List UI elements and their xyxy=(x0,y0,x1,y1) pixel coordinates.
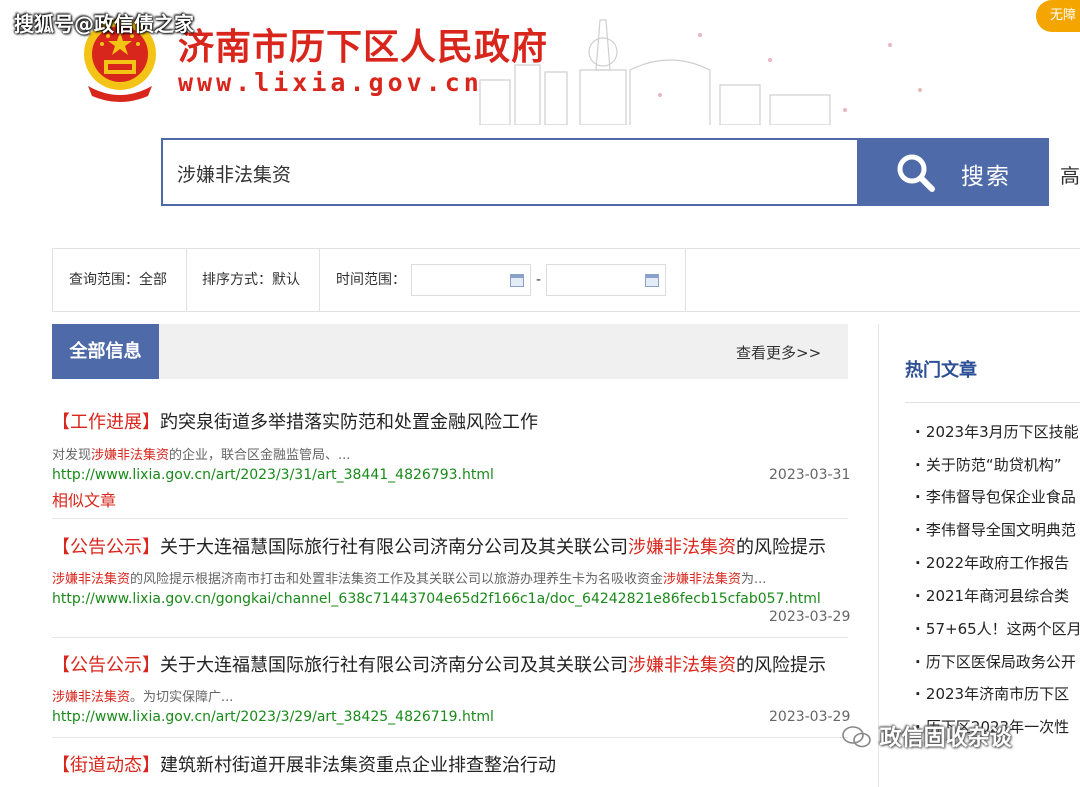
result-title-text[interactable]: 的风险提示 xyxy=(736,537,826,558)
result-summary: 涉嫌非法集资。为切实保障广... xyxy=(52,686,233,705)
summary-text: 的企业，联合区金融监管局、... xyxy=(169,448,351,463)
result-summary: 对发现涉嫌非法集资的企业，联合区金融监管局、... xyxy=(52,444,350,463)
tab-all-info[interactable]: 全部信息 xyxy=(52,324,159,379)
result-title-text[interactable]: 趵突泉街道多举措落实防范和处置金融风险工作 xyxy=(160,412,538,433)
result-category-tag[interactable]: 【工作进展】 xyxy=(52,412,160,433)
result-title[interactable]: 【公告公示】关于大连福慧国际旅行社有限公司济南分公司及其关联公司涉嫌非法集资的风… xyxy=(52,533,826,559)
search-icon xyxy=(897,154,935,192)
divider xyxy=(52,637,848,638)
divider xyxy=(319,249,320,311)
hot-article-item[interactable]: 李伟督导包保企业食品 xyxy=(915,486,1076,507)
result-category-tag[interactable]: 【街道动态】 xyxy=(52,755,160,776)
result-title-text[interactable]: 关于大连福慧国际旅行社有限公司济南分公司及其关联公司 xyxy=(160,655,628,676)
result-title-text[interactable]: 建筑新村街道开展非法集资重点企业排查整治行动 xyxy=(160,755,556,776)
result-title[interactable]: 【公告公示】关于大连福慧国际旅行社有限公司济南分公司及其关联公司涉嫌非法集资的风… xyxy=(52,651,826,677)
result-url[interactable]: http://www.lixia.gov.cn/gongkai/channel_… xyxy=(52,591,821,607)
site-url: www.lixia.gov.cn xyxy=(178,68,483,97)
watermark-sohu: 搜狐号@政信债之家 xyxy=(14,12,194,36)
time-range-label: 时间范围： xyxy=(336,272,406,288)
scope-filter[interactable]: 查询范围：全部 xyxy=(69,249,167,311)
hot-article-item[interactable]: 2021年商河县综合类 xyxy=(915,585,1069,606)
wechat-icon xyxy=(842,726,871,748)
divider xyxy=(905,402,1080,403)
column-divider xyxy=(878,324,879,787)
summary-text: 为... xyxy=(741,572,767,587)
hot-article-item[interactable]: 关于防范“助贷机构” xyxy=(915,454,1062,475)
hot-article-item[interactable]: 57+65人！这两个区月 xyxy=(915,618,1080,639)
summary-text: 的风险提示根据济南市打击和处置非法集资工作及其关联公司以旅游办理养生卡为名吸收资… xyxy=(130,572,664,587)
result-date: 2023-03-31 xyxy=(769,467,851,483)
result-title-highlight[interactable]: 涉嫌非法集资 xyxy=(628,537,736,558)
end-date-input[interactable] xyxy=(546,264,666,296)
start-date-input[interactable] xyxy=(411,264,531,296)
result-title[interactable]: 【工作进展】趵突泉街道多举措落实防范和处置金融风险工作 xyxy=(52,408,538,434)
results-tab-bar xyxy=(52,324,848,379)
search-input[interactable] xyxy=(175,140,839,206)
result-category-tag[interactable]: 【公告公示】 xyxy=(52,655,160,676)
summary-text: 。为切实保障广... xyxy=(130,690,234,705)
summary-highlight: 涉嫌非法集资 xyxy=(52,690,131,705)
result-title[interactable]: 【街道动态】建筑新村街道开展非法集资重点企业排查整治行动 xyxy=(52,751,556,777)
summary-text: 对发现 xyxy=(52,448,92,463)
advanced-search-link[interactable]: 高 xyxy=(1060,160,1080,189)
accessibility-button[interactable]: 无障 xyxy=(1036,0,1080,32)
hot-articles-title: 热门文章 xyxy=(905,360,977,381)
divider xyxy=(52,737,848,738)
city-skyline-illustration xyxy=(470,10,940,126)
result-title-highlight[interactable]: 涉嫌非法集资 xyxy=(628,655,736,676)
watermark-wechat: 政信固收杂谈 xyxy=(842,720,1012,752)
summary-highlight: 涉嫌非法集资 xyxy=(91,448,170,463)
search-button-label: 搜索 xyxy=(961,164,1011,190)
divider xyxy=(186,249,187,311)
result-title-text[interactable]: 的风险提示 xyxy=(736,655,826,676)
hot-article-item[interactable]: 2023年3月历下区技能 xyxy=(915,421,1079,442)
calendar-icon[interactable] xyxy=(645,274,659,287)
similar-articles-link[interactable]: 相似文章 xyxy=(52,487,116,511)
result-summary: 涉嫌非法集资的风险提示根据济南市打击和处置非法集资工作及其关联公司以旅游办理养生… xyxy=(52,568,766,587)
hot-article-item[interactable]: 历下区医保局政务公开 xyxy=(915,651,1076,672)
hot-article-item[interactable]: 2023年济南市历下区 xyxy=(915,683,1069,704)
date-separator: - xyxy=(536,272,542,288)
result-date: 2023-03-29 xyxy=(769,609,851,625)
search-button[interactable]: 搜索 xyxy=(857,138,1049,206)
summary-highlight: 涉嫌非法集资 xyxy=(663,572,742,587)
sort-filter[interactable]: 排序方式：默认 xyxy=(202,249,300,311)
watermark-text: 政信固收杂谈 xyxy=(879,726,1012,751)
hot-article-item[interactable]: 2022年政府工作报告 xyxy=(915,552,1069,573)
result-url[interactable]: http://www.lixia.gov.cn/art/2023/3/29/ar… xyxy=(52,709,494,725)
divider xyxy=(52,518,848,519)
view-more-link[interactable]: 查看更多>> xyxy=(736,342,821,363)
divider xyxy=(685,249,686,311)
result-date: 2023-03-29 xyxy=(769,709,851,725)
filter-bar: 查询范围：全部 排序方式：默认 时间范围： - xyxy=(52,248,1080,312)
result-title-text[interactable]: 关于大连福慧国际旅行社有限公司济南分公司及其关联公司 xyxy=(160,537,628,558)
calendar-icon[interactable] xyxy=(510,274,524,287)
result-url[interactable]: http://www.lixia.gov.cn/art/2023/3/31/ar… xyxy=(52,467,494,483)
summary-highlight: 涉嫌非法集资 xyxy=(52,572,131,587)
hot-article-item[interactable]: 李伟督导全国文明典范 xyxy=(915,519,1076,540)
search-box xyxy=(161,138,857,206)
result-category-tag[interactable]: 【公告公示】 xyxy=(52,537,160,558)
